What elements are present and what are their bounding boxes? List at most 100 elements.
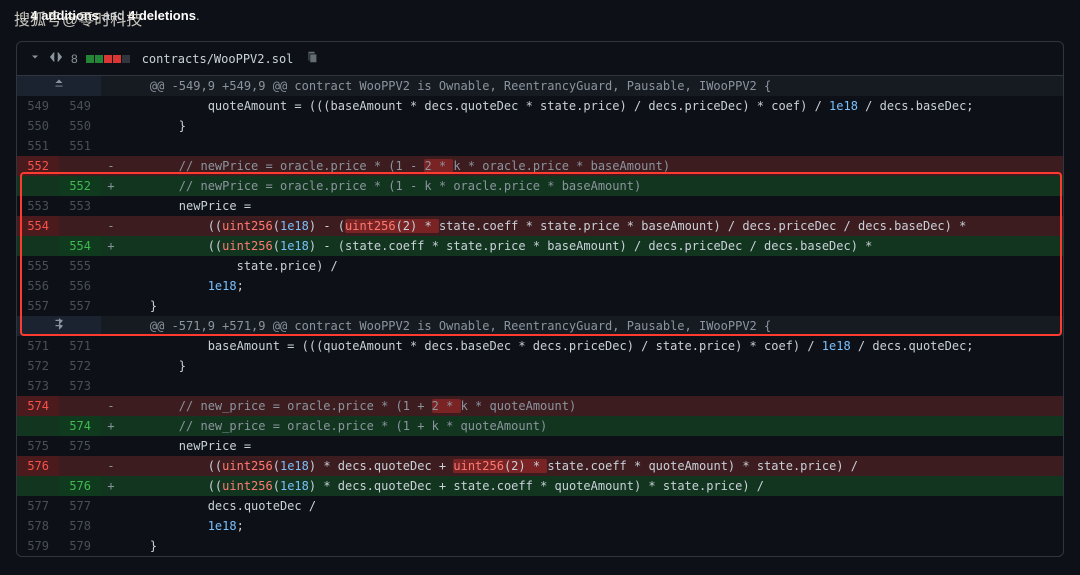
old-line-number: 555 [17, 256, 59, 276]
old-line-number: 556 [17, 276, 59, 296]
context-line: 573573 [17, 376, 1063, 396]
old-line-number [17, 176, 59, 196]
new-line-number: 575 [59, 436, 101, 456]
new-line-number: 552 [59, 176, 101, 196]
diff-sign [101, 516, 121, 536]
new-line-number: 579 [59, 536, 101, 556]
expand-hunk-icon[interactable] [17, 76, 101, 96]
code-content[interactable]: quoteAmount = (((baseAmount * decs.quote… [121, 96, 1063, 116]
diff-sign [101, 96, 121, 116]
code-content[interactable]: } [121, 296, 1063, 316]
context-line: 572572 } [17, 356, 1063, 376]
old-line-number: 553 [17, 196, 59, 216]
code-content[interactable]: baseAmount = (((quoteAmount * decs.baseD… [121, 336, 1063, 356]
code-content[interactable]: } [121, 356, 1063, 376]
old-line-number: 575 [17, 436, 59, 456]
code-content[interactable] [121, 376, 1063, 396]
old-line-number: 551 [17, 136, 59, 156]
new-line-number: 551 [59, 136, 101, 156]
old-line-number: 557 [17, 296, 59, 316]
old-line-number: 577 [17, 496, 59, 516]
watermark-text: 搜狐号@零时科技 [14, 6, 142, 30]
diff-sign: - [101, 456, 121, 476]
hunk-header-row: @@ -571,9 +571,9 @@ contract WooPPV2 is … [17, 316, 1063, 336]
added-line: 552+ // newPrice = oracle.price * (1 - k… [17, 176, 1063, 196]
diff-sign [101, 436, 121, 456]
diff-stat-squares [86, 55, 130, 63]
old-line-number [17, 476, 59, 496]
context-line: 578578 1e18; [17, 516, 1063, 536]
code-content[interactable]: newPrice = [121, 436, 1063, 456]
expand-hunk-icon[interactable] [17, 316, 101, 336]
summary-suffix: . [196, 8, 200, 23]
new-line-number: 550 [59, 116, 101, 136]
added-line: 574+ // new_price = oracle.price * (1 + … [17, 416, 1063, 436]
diff-sign [101, 136, 121, 156]
code-content[interactable]: state.price) / [121, 256, 1063, 276]
context-line: 557557 } [17, 296, 1063, 316]
diff-sign [101, 356, 121, 376]
context-line: 571571 baseAmount = (((quoteAmount * dec… [17, 336, 1063, 356]
collapse-icon[interactable] [29, 51, 41, 66]
file-header: 8 contracts/WooPPV2.sol [17, 42, 1063, 76]
context-line: 577577 decs.quoteDec / [17, 496, 1063, 516]
new-line-number: 576 [59, 476, 101, 496]
diff-sign [101, 116, 121, 136]
code-content[interactable]: // new_price = oracle.price * (1 + 2 * k… [121, 396, 1063, 416]
file-path[interactable]: contracts/WooPPV2.sol [142, 52, 294, 66]
old-line-number: 573 [17, 376, 59, 396]
old-line-number: 571 [17, 336, 59, 356]
code-content[interactable]: 1e18; [121, 276, 1063, 296]
diff-sign [101, 496, 121, 516]
old-line-number: 574 [17, 396, 59, 416]
file-diff-container: 8 contracts/WooPPV2.sol @@ -549,9 +549,9… [16, 41, 1064, 557]
old-line-number: 550 [17, 116, 59, 136]
file-change-count: 8 [71, 52, 78, 66]
code-content[interactable]: ((uint256(1e18) - (state.coeff * state.p… [121, 236, 1063, 256]
diff-mode-icon[interactable] [49, 50, 63, 67]
code-content[interactable]: // new_price = oracle.price * (1 + k * q… [121, 416, 1063, 436]
diff-sign: - [101, 156, 121, 176]
old-line-number [17, 236, 59, 256]
hunk-header-row: @@ -549,9 +549,9 @@ contract WooPPV2 is … [17, 76, 1063, 96]
new-line-number: 555 [59, 256, 101, 276]
code-content[interactable]: decs.quoteDec / [121, 496, 1063, 516]
context-line: 555555 state.price) / [17, 256, 1063, 276]
new-line-number: 556 [59, 276, 101, 296]
diff-sign: + [101, 176, 121, 196]
context-line: 550550 } [17, 116, 1063, 136]
old-line-number: 549 [17, 96, 59, 116]
code-content[interactable] [121, 136, 1063, 156]
code-content[interactable]: ((uint256(1e18) * decs.quoteDec + state.… [121, 476, 1063, 496]
code-content[interactable]: ((uint256(1e18) * decs.quoteDec + uint25… [121, 456, 1063, 476]
code-content[interactable]: } [121, 116, 1063, 136]
new-line-number: 554 [59, 236, 101, 256]
new-line-number: 577 [59, 496, 101, 516]
code-content[interactable]: // newPrice = oracle.price * (1 - 2 * k … [121, 156, 1063, 176]
code-content[interactable]: } [121, 536, 1063, 556]
old-line-number: 572 [17, 356, 59, 376]
diff-sign [101, 336, 121, 356]
diff-sign [101, 276, 121, 296]
new-line-number [59, 156, 101, 176]
new-line-number: 557 [59, 296, 101, 316]
added-line: 576+ ((uint256(1e18) * decs.quoteDec + s… [17, 476, 1063, 496]
diff-sign [101, 376, 121, 396]
deleted-line: 552- // newPrice = oracle.price * (1 - 2… [17, 156, 1063, 176]
new-line-number: 553 [59, 196, 101, 216]
code-content[interactable]: ((uint256(1e18) - (uint256(2) * state.co… [121, 216, 1063, 236]
diff-sign [101, 256, 121, 276]
code-content[interactable]: 1e18; [121, 516, 1063, 536]
context-line: 553553 newPrice = [17, 196, 1063, 216]
code-content[interactable]: newPrice = [121, 196, 1063, 216]
diff-sign: - [101, 396, 121, 416]
diff-sign [101, 536, 121, 556]
new-line-number: 573 [59, 376, 101, 396]
context-line: 556556 1e18; [17, 276, 1063, 296]
deleted-line: 554- ((uint256(1e18) - (uint256(2) * sta… [17, 216, 1063, 236]
deleted-line: 576- ((uint256(1e18) * decs.quoteDec + u… [17, 456, 1063, 476]
copy-path-icon[interactable] [305, 50, 319, 67]
code-content[interactable]: // newPrice = oracle.price * (1 - k * or… [121, 176, 1063, 196]
diff-summary: ... 4 additions and 4 deletions. [0, 0, 1080, 31]
context-line: 575575 newPrice = [17, 436, 1063, 456]
